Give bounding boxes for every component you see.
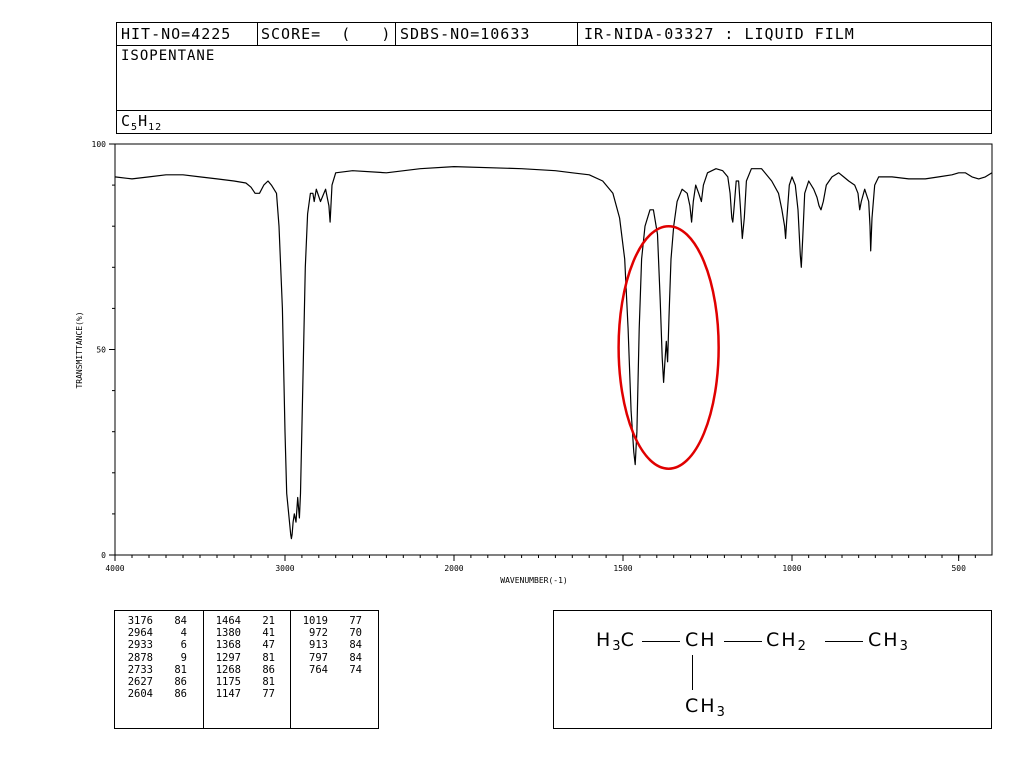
peak-wavenumber: 1380 [215,627,241,640]
x-tick-label: 1000 [782,564,801,573]
peak-table-column: 3176 84 2964 4 2933 6 2878 9 2733 81 2627 86 2604 86 [119,615,187,700]
peak-table-divider [290,611,291,728]
peak-transmittance: 74 [349,663,362,676]
peak-table-row: 2933 6 [119,639,187,651]
peak-table-row: 1268 86 [207,664,275,676]
peak-wavenumber: 2964 [127,627,153,640]
peak-transmittance: 86 [262,663,275,676]
peak-table: 3176 84 2964 4 2933 6 2878 9 2733 81 2627 86 2604 86 … [114,610,379,729]
peak-table-column: 1464 21 1380 41 1368 47 1297 81 1268 86 1175 81 1147… [207,615,275,700]
peak-wavenumber: 1268 [215,663,241,676]
structure-methylene: CH2 [766,629,806,654]
peak-transmittance: 47 [262,639,275,652]
y-tick-label: 100 [92,140,107,149]
peak-table-divider [203,611,204,728]
peak-table-row: 1464 21 [207,615,275,627]
peak-wavenumber: 1147 [215,688,241,701]
peak-transmittance: 70 [349,627,362,640]
peak-table-row: 1297 81 [207,652,275,664]
peak-wavenumber: 764 [309,663,328,676]
peak-wavenumber: 972 [309,627,328,640]
y-axis-label: TRANSMITTANCE(%) [75,311,84,388]
peak-transmittance: 84 [349,651,362,664]
peak-transmittance: 77 [262,688,275,701]
x-tick-label: 3000 [275,564,294,573]
peak-table-row: 1019 77 [294,615,362,627]
peak-transmittance: 9 [180,651,187,664]
peak-wavenumber: 2878 [127,651,153,664]
peak-table-row: 2733 81 [119,664,187,676]
y-tick-label: 0 [101,551,106,560]
structure-methine: CH [685,629,717,651]
peak-wavenumber: 1175 [215,676,241,689]
peak-wavenumber: 2627 [127,676,153,689]
x-axis-ticks: 4000 3000 2000 1500 1000 500 [105,555,976,573]
peak-wavenumber: 2733 [127,663,153,676]
peak-wavenumber: 913 [309,639,328,652]
spectrum-series-line [114,166,993,540]
peak-wavenumber: 1297 [215,651,241,664]
peak-transmittance: 84 [174,615,187,627]
x-axis-label: WAVENUMBER(-1) [500,576,567,585]
peak-table-row: 764 74 [294,664,362,676]
x-tick-label: 2000 [444,564,463,573]
structure-methyl-right: CH3 [868,629,908,654]
bond-line [724,641,762,642]
peak-table-column: 1019 77 972 70 913 84 797 84 764 74 [294,615,362,676]
peak-wavenumber: 2933 [127,639,153,652]
peak-wavenumber: 1464 [215,615,241,627]
peak-transmittance: 86 [174,688,187,701]
peak-transmittance: 41 [262,627,275,640]
peak-table-row: 2604 86 [119,688,187,700]
x-tick-label: 1500 [613,564,632,573]
x-tick-label: 4000 [105,564,124,573]
peak-transmittance: 21 [262,615,275,627]
peak-table-row: 797 84 [294,652,362,664]
peak-transmittance: 6 [180,639,187,652]
structure-methyl-branch: CH3 [685,695,725,720]
peak-table-row: 3176 84 [119,615,187,627]
peak-table-row: 2964 4 [119,627,187,639]
bond-line [642,641,680,642]
x-tick-label: 500 [951,564,966,573]
peak-wavenumber: 1019 [302,615,328,627]
structure-box: H3C CH CH2 CH3 CH3 [553,610,992,729]
peak-table-row: 2627 86 [119,676,187,688]
peak-table-row: 913 84 [294,639,362,651]
peak-transmittance: 77 [349,615,362,627]
peak-wavenumber: 1368 [215,639,241,652]
peak-transmittance: 81 [262,651,275,664]
peak-wavenumber: 797 [309,651,328,664]
peak-table-row: 2878 9 [119,652,187,664]
peak-wavenumber: 2604 [127,688,153,701]
y-tick-label: 50 [96,346,106,355]
peak-transmittance: 84 [349,639,362,652]
bond-line-vertical [692,655,693,690]
peak-transmittance: 86 [174,676,187,689]
peak-wavenumber: 3176 [127,615,153,627]
peak-table-row: 972 70 [294,627,362,639]
peak-table-row: 1175 81 [207,676,275,688]
peak-transmittance: 81 [174,663,187,676]
bond-line [825,641,863,642]
peak-transmittance: 81 [262,676,275,689]
peak-table-row: 1368 47 [207,639,275,651]
peak-table-row: 1147 77 [207,688,275,700]
structure-methyl-left: H3C [596,629,636,654]
y-axis-ticks: 0 50 100 [92,140,115,560]
peak-table-row: 1380 41 [207,627,275,639]
peak-transmittance: 4 [180,627,187,640]
ir-spectrum-chart: 4000 3000 2000 1500 1000 500 0 50 100 WAVENUMBE… [75,140,993,585]
